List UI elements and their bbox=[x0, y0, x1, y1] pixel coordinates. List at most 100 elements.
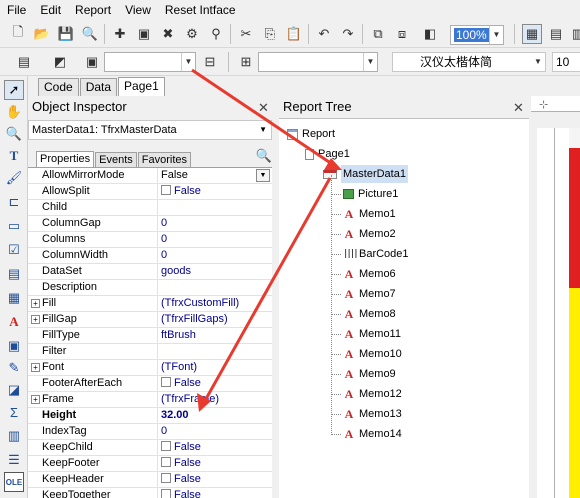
crosstab-tool-icon[interactable]: ▦ bbox=[4, 288, 24, 308]
format-painter-icon[interactable]: 🖌 bbox=[4, 168, 24, 188]
richtext-tool-icon[interactable]: ☰ bbox=[4, 450, 24, 470]
highlight-icon[interactable]: ◩ bbox=[50, 52, 70, 72]
picture-tool-icon[interactable]: ▣ bbox=[4, 336, 24, 356]
checkbox[interactable] bbox=[161, 377, 171, 387]
undo-icon[interactable]: ↶ bbox=[314, 24, 334, 44]
checkbox[interactable] bbox=[161, 441, 171, 451]
align-grid-icon[interactable]: ▤ bbox=[546, 24, 566, 44]
memo-tool-icon[interactable]: A bbox=[4, 312, 24, 332]
menu-edit[interactable]: Edit bbox=[33, 0, 68, 20]
redo-icon[interactable]: ↷ bbox=[338, 24, 358, 44]
tab-events[interactable]: Events bbox=[95, 152, 137, 167]
style-select[interactable]: ▼ bbox=[104, 52, 196, 72]
tree-node[interactable]: A Memo8 bbox=[343, 305, 396, 323]
data-band[interactable] bbox=[569, 288, 580, 498]
subreport-tool-icon[interactable]: ▤ bbox=[4, 264, 24, 284]
sum-tool-icon[interactable]: Σ bbox=[4, 402, 24, 422]
property-value[interactable]: ftBrush bbox=[161, 328, 272, 343]
property-value[interactable]: False bbox=[161, 472, 272, 487]
rect-tool-icon[interactable]: ▭ bbox=[4, 216, 24, 236]
property-row[interactable]: Child bbox=[28, 200, 272, 216]
delete-page-icon[interactable]: ✖ bbox=[158, 24, 178, 44]
checkbox-tool-icon[interactable]: ☑ bbox=[4, 240, 24, 260]
add-field-icon[interactable]: ⊞ bbox=[236, 52, 256, 72]
bring-front-icon[interactable]: ◧ bbox=[420, 24, 440, 44]
tab-favorites[interactable]: Favorites bbox=[137, 152, 192, 167]
property-value[interactable]: (TfrxCustomFill) bbox=[161, 296, 272, 311]
tree-node[interactable]: A Memo7 bbox=[343, 285, 396, 303]
zoom-select[interactable]: 100% ▼ bbox=[450, 25, 504, 45]
property-value[interactable]: 32.00 bbox=[161, 408, 272, 423]
tab-code[interactable]: Code bbox=[38, 78, 79, 96]
property-value[interactable] bbox=[161, 200, 272, 215]
property-value[interactable] bbox=[161, 280, 272, 295]
checkbox[interactable] bbox=[161, 457, 171, 467]
property-row[interactable]: AllowSplit False bbox=[28, 184, 272, 200]
field-editor-icon[interactable]: ⊟ bbox=[200, 52, 220, 72]
text-tool-icon[interactable]: T bbox=[4, 146, 24, 166]
tree-node[interactable]: Report bbox=[287, 125, 335, 143]
property-row[interactable]: KeepHeader False bbox=[28, 472, 272, 488]
property-value[interactable]: False bbox=[161, 184, 272, 199]
property-row[interactable]: ColumnGap 0 bbox=[28, 216, 272, 232]
tab-page1[interactable]: Page1 bbox=[118, 77, 165, 96]
property-row[interactable]: KeepTogether False bbox=[28, 488, 272, 498]
hand-tool-icon[interactable]: ✋ bbox=[4, 102, 24, 122]
tree-node[interactable]: MasterData1 bbox=[323, 165, 408, 183]
property-value[interactable]: False bbox=[161, 440, 272, 455]
chevron-down-icon[interactable]: ▼ bbox=[256, 169, 270, 182]
property-row[interactable]: KeepChild False bbox=[28, 440, 272, 456]
select-tool-icon[interactable]: ➚ bbox=[4, 80, 24, 100]
new-page-icon[interactable]: ✚ bbox=[110, 24, 130, 44]
header-band[interactable] bbox=[569, 148, 580, 288]
close-icon[interactable]: ✕ bbox=[258, 100, 269, 116]
property-row[interactable]: Font + (TFont) bbox=[28, 360, 272, 376]
property-value[interactable] bbox=[161, 344, 272, 359]
expand-icon[interactable]: + bbox=[31, 315, 40, 324]
property-row[interactable]: Frame + (TfrxFrame) bbox=[28, 392, 272, 408]
property-row[interactable]: FillGap + (TfrxFillGaps) bbox=[28, 312, 272, 328]
property-value[interactable]: 0 bbox=[161, 232, 272, 247]
line-tool-icon[interactable]: ✎ bbox=[4, 358, 24, 378]
font-size-select[interactable]: 10 bbox=[552, 52, 580, 72]
tab-properties[interactable]: Properties bbox=[36, 151, 95, 167]
object-select[interactable]: MasterData1: TfrxMasterData ▼ bbox=[28, 120, 272, 140]
property-value[interactable]: goods bbox=[161, 264, 272, 279]
tree-node[interactable]: A Memo14 bbox=[343, 425, 402, 443]
open-icon[interactable]: 📂 bbox=[32, 24, 52, 44]
checkbox[interactable] bbox=[161, 473, 171, 483]
search-icon[interactable]: 🔍 bbox=[256, 148, 272, 164]
property-row[interactable]: IndexTag 0 bbox=[28, 424, 272, 440]
save-icon[interactable]: 💾 bbox=[56, 24, 76, 44]
property-row[interactable]: Columns 0 bbox=[28, 232, 272, 248]
tree-node[interactable]: A Memo10 bbox=[343, 345, 402, 363]
property-row[interactable]: FillType ftBrush bbox=[28, 328, 272, 344]
preview-icon[interactable]: 🔍 bbox=[80, 24, 100, 44]
show-grid-icon[interactable]: ▦ bbox=[522, 24, 542, 44]
property-row[interactable]: Description bbox=[28, 280, 272, 296]
property-row[interactable]: ColumnWidth 0 bbox=[28, 248, 272, 264]
cut-icon[interactable]: ✂ bbox=[236, 24, 256, 44]
menu-file[interactable]: File bbox=[0, 0, 33, 20]
checkbox[interactable] bbox=[161, 185, 171, 195]
tree-node[interactable]: A Memo6 bbox=[343, 265, 396, 283]
shape-tool-icon[interactable]: ◪ bbox=[4, 380, 24, 400]
tab-data[interactable]: Data bbox=[79, 78, 118, 96]
property-value[interactable]: 0 bbox=[161, 216, 272, 231]
tree-node[interactable]: A Memo11 bbox=[343, 325, 401, 343]
zoom-tool-icon[interactable]: 🔍 bbox=[4, 124, 24, 144]
property-row[interactable]: Fill + (TfrxCustomFill) bbox=[28, 296, 272, 312]
tree-node[interactable]: A Memo12 bbox=[343, 385, 402, 403]
new-report-icon[interactable]: 🗋 bbox=[8, 24, 28, 44]
barcode-tool-icon[interactable]: ▥ bbox=[4, 426, 24, 446]
variables-icon[interactable]: ⚲ bbox=[206, 24, 226, 44]
menu-reset-interface[interactable]: Reset Intface bbox=[158, 0, 243, 20]
checkbox[interactable] bbox=[161, 489, 171, 498]
masterdata-band[interactable] bbox=[569, 128, 580, 148]
property-row[interactable]: DataSet goods bbox=[28, 264, 272, 280]
page-settings-icon[interactable]: ⚙ bbox=[182, 24, 202, 44]
report-page[interactable] bbox=[555, 128, 580, 498]
data-field-icon[interactable]: ▣ bbox=[82, 52, 102, 72]
group-icon[interactable]: ⧉ bbox=[368, 24, 388, 44]
expand-icon[interactable]: + bbox=[31, 299, 40, 308]
